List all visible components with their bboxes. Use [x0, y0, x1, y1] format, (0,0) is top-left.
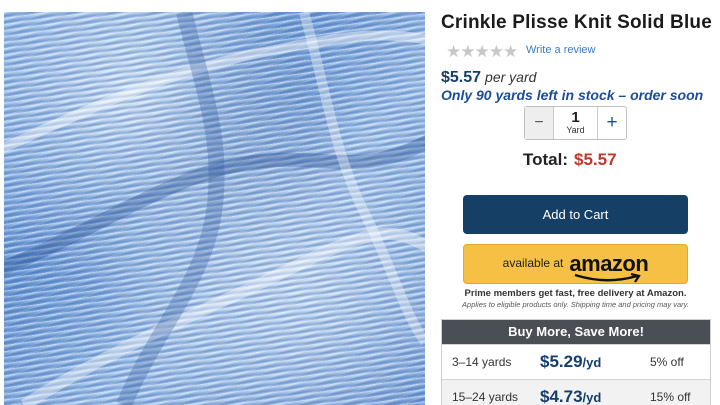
- unit-price: $5.57: [441, 69, 482, 86]
- add-to-cart-button[interactable]: Add to Cart: [463, 195, 688, 234]
- quantity-stepper: − 1 Yard +: [524, 106, 627, 140]
- total-amount: $5.57: [574, 150, 617, 169]
- applies-note: Applies to eligible products only. Shipp…: [462, 300, 689, 309]
- amazon-smile-icon: [575, 273, 642, 283]
- increase-quantity-button[interactable]: +: [597, 107, 626, 139]
- table-row: 15–24 yards $4.73/yd 15% off: [442, 379, 710, 405]
- write-review-link[interactable]: Write a review: [526, 44, 595, 56]
- bulk-discount: 5% off: [650, 355, 684, 369]
- bulk-header: Buy More, Save More!: [442, 320, 710, 344]
- price-line: $5.57 per yard: [441, 69, 536, 87]
- bulk-price: $4.73/yd: [540, 387, 650, 405]
- amazon-button[interactable]: available at amazon: [463, 244, 688, 284]
- quantity-number: 1: [571, 108, 580, 126]
- bulk-pricing-table: Buy More, Save More! 3–14 yards $5.29/yd…: [441, 319, 711, 405]
- bulk-price-value: $5.29: [540, 352, 583, 371]
- stock-note: Only 90 yards left in stock – order soon: [441, 87, 704, 103]
- product-title: Crinkle Plisse Knit Solid Blue: [441, 12, 713, 33]
- bulk-price-unit: /yd: [582, 355, 602, 370]
- bulk-price-value: $4.73: [540, 387, 583, 405]
- bulk-price-unit: /yd: [582, 390, 602, 405]
- order-total: Total: $5.57: [523, 150, 617, 170]
- product-image[interactable]: [4, 12, 425, 405]
- amazon-available-label: available at: [502, 255, 564, 270]
- quantity-unit: Yard: [566, 124, 585, 135]
- fabric-folds-overlay: [4, 12, 425, 405]
- quantity-value[interactable]: 1 Yard: [554, 107, 597, 139]
- amazon-logo: amazon: [569, 251, 649, 283]
- total-label: Total:: [523, 150, 569, 169]
- rating-stars-icon: ★★★★★: [446, 42, 518, 61]
- price-unit: per yard: [485, 69, 537, 85]
- bulk-range: 15–24 yards: [452, 390, 519, 404]
- table-row: 3–14 yards $5.29/yd 5% off: [442, 344, 710, 379]
- decrease-quantity-button[interactable]: −: [525, 107, 554, 139]
- bulk-range: 3–14 yards: [452, 355, 512, 369]
- bulk-discount: 15% off: [650, 390, 691, 404]
- prime-note: Prime members get fast, free delivery at…: [464, 288, 687, 299]
- bulk-price: $5.29/yd: [540, 352, 650, 372]
